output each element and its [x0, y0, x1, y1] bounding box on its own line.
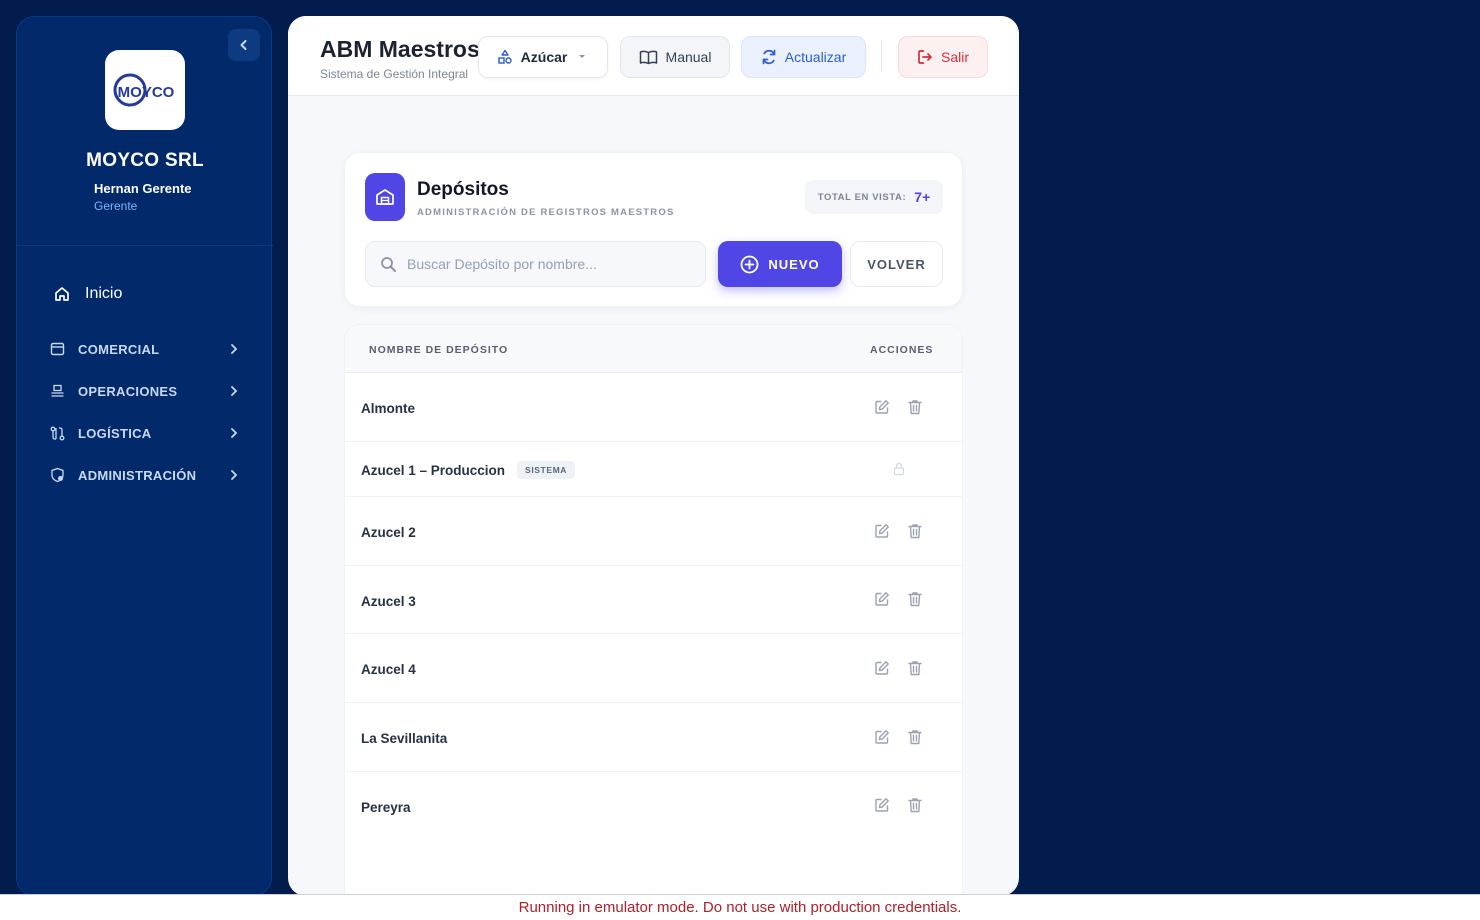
shapes-icon — [497, 49, 512, 64]
table-row: Azucel 2 — [345, 497, 962, 566]
app-root: MOYCO MOYCO SRL Hernan Gerente Gerente I… — [0, 0, 1480, 920]
delete-button[interactable] — [905, 795, 925, 815]
manual-button[interactable]: Manual — [620, 36, 730, 78]
edit-button[interactable] — [872, 795, 892, 815]
search-input[interactable] — [407, 256, 687, 272]
section-subtitle: ADMINISTRACIÓN DE REGISTROS MAESTROS — [417, 207, 675, 218]
table-row: Azucel 4 — [345, 634, 962, 703]
caret-down-icon — [579, 55, 586, 58]
edit-button[interactable] — [872, 397, 892, 417]
table-row: La Sevillanita — [345, 703, 962, 772]
table-row: Azucel 3 — [345, 566, 962, 634]
trash-icon — [908, 730, 922, 745]
chevron-right-icon — [231, 344, 238, 354]
logout-icon — [918, 50, 932, 64]
edit-icon — [875, 524, 889, 538]
trash-icon — [908, 524, 922, 539]
search-icon — [381, 256, 396, 272]
edit-button[interactable] — [872, 727, 892, 747]
delete-button[interactable] — [905, 589, 925, 609]
logout-button[interactable]: Salir — [898, 36, 988, 78]
chevron-right-icon — [231, 470, 238, 480]
table-row: Azucel 1 – Produccion SISTEMA — [345, 442, 962, 497]
page-subtitle: Sistema de Gestión Integral — [320, 67, 469, 81]
system-badge: SISTEMA — [517, 461, 576, 479]
delete-button[interactable] — [905, 521, 925, 541]
conveyor-icon — [49, 383, 65, 399]
trash-icon — [908, 400, 922, 415]
page-title: ABM Maestros — [320, 36, 480, 62]
top-bar: ABM Maestros Sistema de Gestión Integral… — [288, 16, 1019, 96]
column-header-name: NOMBRE DE DEPÓSITO — [369, 344, 509, 356]
row-name: Azucel 2 — [361, 525, 416, 540]
row-name: Azucel 4 — [361, 662, 416, 677]
lock-icon — [889, 459, 909, 479]
edit-button[interactable] — [872, 658, 892, 678]
sidebar-item-comercial[interactable]: COMERCIAL — [49, 337, 239, 361]
new-button[interactable]: NUEVO — [718, 241, 842, 287]
sidebar-item-operaciones[interactable]: OPERACIONES — [49, 379, 239, 403]
toolbar-divider — [881, 40, 882, 72]
table-row: Almonte — [345, 374, 962, 442]
row-name: Almonte — [361, 401, 415, 416]
edit-button[interactable] — [872, 589, 892, 609]
depositos-header-card: Depósitos ADMINISTRACIÓN DE REGISTROS MA… — [344, 152, 963, 307]
edit-icon — [875, 730, 889, 744]
table-header: NOMBRE DE DEPÓSITO ACCIONES — [345, 325, 962, 373]
sidebar-item-label: Inicio — [85, 285, 123, 302]
edit-icon — [875, 400, 889, 414]
trash-icon — [908, 798, 922, 813]
shield-gear-icon — [49, 467, 65, 483]
edit-icon — [875, 592, 889, 606]
sidebar-item-inicio[interactable]: Inicio — [53, 285, 122, 303]
warehouse-icon — [365, 173, 405, 221]
main-panel: ABM Maestros Sistema de Gestión Integral… — [288, 16, 1019, 896]
plus-circle-icon — [740, 255, 759, 273]
store-icon — [49, 341, 65, 357]
table-row: Pereyra — [345, 772, 962, 840]
row-name: Azucel 3 — [361, 594, 416, 609]
section-title: Depósitos — [417, 179, 509, 200]
total-count-badge: TOTAL EN VISTA: 7+ — [805, 180, 943, 214]
back-button[interactable]: VOLVER — [850, 241, 943, 287]
svg-text:MOYCO: MOYCO — [118, 84, 175, 101]
sidebar-divider — [17, 245, 273, 246]
row-name: La Sevillanita — [361, 731, 448, 746]
chevron-right-icon — [231, 386, 238, 396]
home-icon — [55, 287, 69, 301]
chevron-left-icon — [240, 40, 247, 50]
product-select-value: Azúcar — [520, 49, 568, 65]
depositos-table: NOMBRE DE DEPÓSITO ACCIONES Almonte Azuc… — [344, 324, 963, 896]
chevron-right-icon — [231, 428, 238, 438]
column-header-actions: ACCIONES — [870, 344, 934, 356]
delete-button[interactable] — [905, 397, 925, 417]
sidebar-item-logistica[interactable]: LOGÍSTICA — [49, 421, 239, 445]
refresh-icon — [762, 49, 776, 65]
sidebar: MOYCO MOYCO SRL Hernan Gerente Gerente I… — [16, 16, 273, 896]
delete-button[interactable] — [905, 658, 925, 678]
route-icon — [49, 425, 65, 441]
user-role: Gerente — [94, 199, 138, 213]
sidebar-collapse-button[interactable] — [228, 29, 260, 61]
edit-button[interactable] — [872, 521, 892, 541]
sidebar-item-administracion[interactable]: ADMINISTRACIÓN — [49, 463, 239, 487]
company-logo: MOYCO — [105, 50, 185, 130]
user-name: Hernan Gerente — [94, 181, 192, 196]
row-name: Pereyra — [361, 800, 411, 815]
emulator-warning-banner: Running in emulator mode. Do not use wit… — [0, 894, 1480, 920]
refresh-button[interactable]: Actualizar — [741, 36, 866, 78]
product-select[interactable]: Azúcar — [478, 36, 608, 78]
edit-icon — [875, 798, 889, 812]
trash-icon — [908, 592, 922, 607]
trash-icon — [908, 661, 922, 676]
book-open-icon — [639, 50, 657, 64]
company-name: MOYCO SRL — [86, 150, 204, 171]
edit-icon — [875, 661, 889, 675]
delete-button[interactable] — [905, 727, 925, 747]
row-name: Azucel 1 – Produccion SISTEMA — [361, 461, 576, 479]
search-box — [365, 241, 706, 287]
